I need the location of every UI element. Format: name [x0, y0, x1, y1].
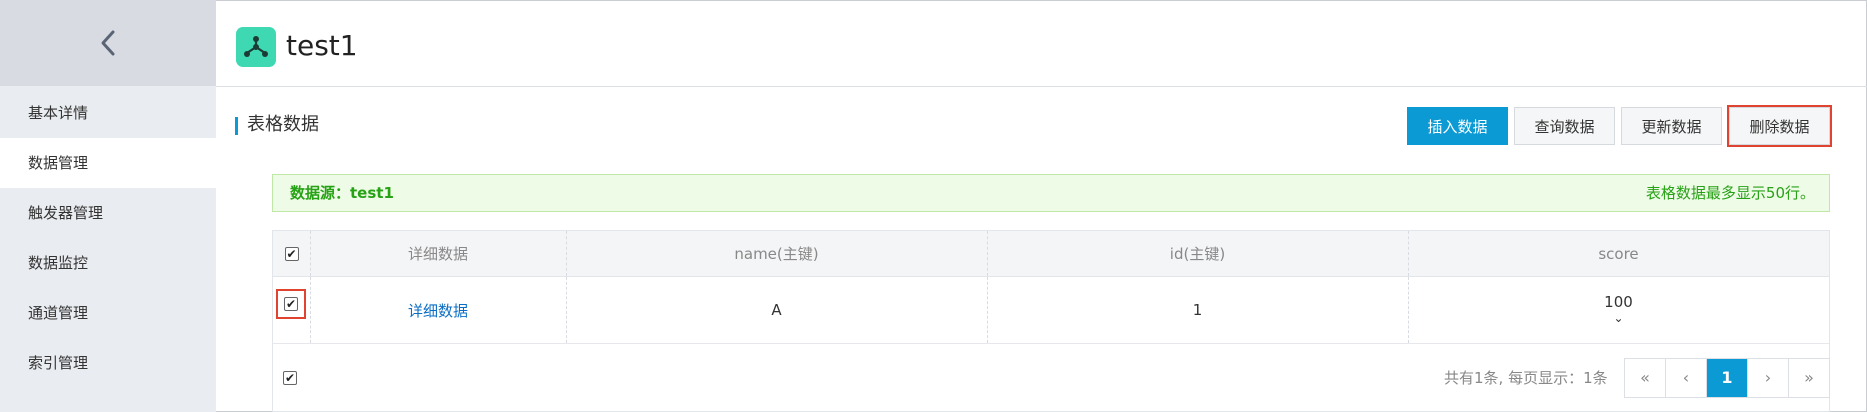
sidebar-nav: 基本详情 数据管理 触发器管理 数据监控 通道管理 索引管理 — [0, 88, 216, 388]
select-all-checkbox[interactable]: ✔ — [284, 246, 299, 261]
datasource-label: 数据源：test1 — [290, 184, 394, 202]
header-name[interactable]: name(主键) — [566, 231, 987, 276]
row-checkbox-highlight: ✔ — [276, 289, 306, 319]
instance-logo — [236, 27, 276, 67]
pagination: « ‹ 1 › » — [1624, 358, 1830, 398]
page-header: test1 — [216, 0, 1867, 87]
next-page-button[interactable]: › — [1748, 359, 1789, 397]
footer-select-all: ✔ — [283, 371, 297, 385]
table-row: ✔ 详细数据 A 1 100 ⌄ — [273, 277, 1829, 344]
row-score-cell: 100 ⌄ — [1408, 277, 1829, 343]
header-id[interactable]: id(主键) — [987, 231, 1408, 276]
section-title: 表格数据 — [247, 114, 319, 135]
row-checkbox[interactable]: ✔ — [284, 297, 298, 311]
header-select-all-cell: ✔ — [273, 231, 310, 276]
current-page-button[interactable]: 1 — [1707, 359, 1748, 397]
row-detail-cell: 详细数据 — [310, 277, 566, 343]
sidebar-item-channel-management[interactable]: 通道管理 — [0, 288, 216, 338]
sidebar-item-trigger-management[interactable]: 触发器管理 — [0, 188, 216, 238]
section-accent-bar — [235, 117, 238, 135]
detail-data-link[interactable]: 详细数据 — [408, 300, 468, 321]
query-data-button[interactable]: 查询数据 — [1514, 107, 1615, 145]
back-button[interactable] — [0, 0, 216, 86]
pagination-info: 共有1条, 每页显示：1条 — [1444, 369, 1608, 387]
datasource-banner: 数据源：test1 表格数据最多显示50行。 — [272, 174, 1830, 212]
last-page-button[interactable]: » — [1789, 359, 1829, 397]
chevron-down-icon[interactable]: ⌄ — [1613, 310, 1623, 326]
header-detail: 详细数据 — [407, 245, 468, 263]
score-value: 100 — [1604, 293, 1633, 311]
chevron-left-icon — [101, 30, 115, 56]
row-limit-notice: 表格数据最多显示50行。 — [1645, 184, 1815, 202]
data-table: ✔ 详细数据 name(主键) id(主键) score ✔ 详细数据 A 1 … — [272, 230, 1830, 412]
sidebar: 基本详情 数据管理 触发器管理 数据监控 通道管理 索引管理 — [0, 0, 216, 412]
insert-data-button[interactable]: 插入数据 — [1407, 107, 1508, 145]
sidebar-item-data-management[interactable]: 数据管理 — [0, 138, 216, 188]
page-title: test1 — [286, 29, 358, 62]
sidebar-item-basic-details[interactable]: 基本详情 — [0, 88, 216, 138]
row-name-cell: A — [771, 301, 782, 319]
sidebar-item-index-management[interactable]: 索引管理 — [0, 338, 216, 388]
share-nodes-icon — [244, 36, 268, 57]
sidebar-item-data-monitoring[interactable]: 数据监控 — [0, 238, 216, 288]
delete-data-button[interactable]: 删除数据 — [1729, 107, 1830, 145]
header-score[interactable]: score — [1408, 231, 1829, 276]
footer-select-all-checkbox[interactable]: ✔ — [283, 371, 297, 385]
table-header: ✔ 详细数据 name(主键) id(主键) score — [273, 231, 1829, 277]
prev-page-button[interactable]: ‹ — [1666, 359, 1707, 397]
row-id-cell: 1 — [1192, 301, 1203, 319]
first-page-button[interactable]: « — [1625, 359, 1666, 397]
update-data-button[interactable]: 更新数据 — [1621, 107, 1722, 145]
